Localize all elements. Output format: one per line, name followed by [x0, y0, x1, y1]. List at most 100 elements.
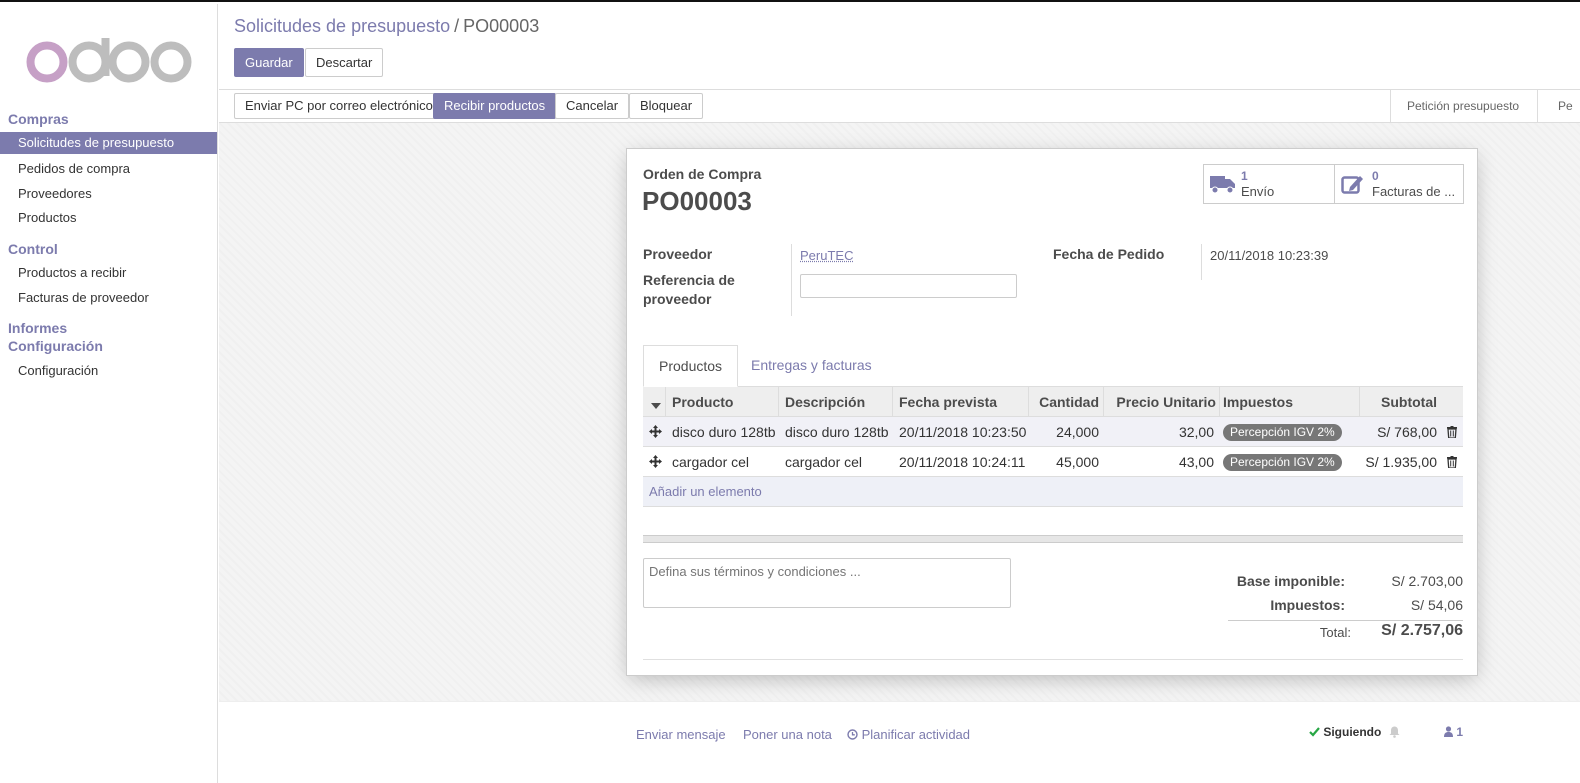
tab-productos[interactable]: Productos — [643, 345, 738, 387]
breadcrumb: Solicitudes de presupuesto / PO00003 — [234, 16, 539, 37]
statusbar: Enviar PC por correo electrónico Recibir… — [219, 90, 1580, 123]
totals-divider — [1228, 620, 1463, 621]
trash-icon[interactable] — [1447, 456, 1457, 471]
field-divider — [791, 244, 792, 316]
untaxed-label: Base imponible: — [1187, 573, 1345, 589]
smart-buttons: 1 Envío 0 Facturas de ... — [1203, 164, 1464, 204]
date-divider — [1201, 244, 1202, 280]
shipment-smart-button[interactable]: 1 Envío — [1204, 165, 1334, 203]
send-message-link[interactable]: Enviar mensaje — [636, 727, 726, 742]
breadcrumb-parent[interactable]: Solicitudes de presupuesto — [234, 16, 450, 36]
table-row[interactable]: cargador cel cargador cel 20/11/2018 10:… — [643, 447, 1463, 477]
table-row[interactable]: disco duro 128tb disco duro 128tb 20/11/… — [643, 417, 1463, 447]
user-icon — [1444, 726, 1453, 740]
caret-down-icon[interactable] — [651, 398, 661, 413]
save-button[interactable]: Guardar — [234, 48, 304, 77]
sidebar-item-productos-recibir[interactable]: Productos a recibir — [0, 262, 217, 284]
line-product[interactable]: cargador cel — [672, 447, 749, 477]
form-type-label: Orden de Compra — [643, 166, 761, 182]
taxes-value: S/ 54,06 — [1347, 597, 1463, 613]
sidebar-item-solicitudes[interactable]: Solicitudes de presupuesto — [0, 132, 217, 154]
send-po-email-button[interactable]: Enviar PC por correo electrónico — [234, 93, 444, 119]
line-date[interactable]: 20/11/2018 10:24:11 — [899, 447, 1025, 477]
table-header: Producto Descripción Fecha prevista Cant… — [643, 387, 1463, 417]
odoo-logo[interactable] — [26, 38, 192, 87]
bell-icon[interactable] — [1389, 726, 1400, 741]
line-unit-price[interactable]: 43,00 — [1104, 447, 1214, 477]
followers-count: 1 — [1456, 725, 1463, 739]
trash-icon[interactable] — [1447, 426, 1457, 441]
stage-peticion-presupuesto[interactable]: Petición presupuesto — [1391, 90, 1537, 122]
followers-button[interactable]: 1 — [1444, 725, 1463, 740]
column-cantidad[interactable]: Cantidad — [1029, 387, 1099, 417]
vendor-field[interactable]: PeruTEC — [800, 248, 853, 263]
sidebar-item-facturas-proveedor[interactable]: Facturas de proveedor — [0, 287, 217, 309]
sidebar-item-configuracion[interactable]: Configuración — [0, 360, 217, 382]
order-date-value: 20/11/2018 10:23:39 — [1210, 248, 1328, 263]
stage-next[interactable]: Pe — [1537, 90, 1580, 122]
lock-button[interactable]: Bloquear — [629, 93, 703, 119]
line-product[interactable]: disco duro 128tb — [672, 417, 776, 447]
line-unit-price[interactable]: 32,00 — [1104, 417, 1214, 447]
invoices-label: Facturas de ... — [1372, 184, 1455, 199]
schedule-activity-label: Planificar actividad — [862, 727, 970, 742]
following-button[interactable]: Siguiendo — [1309, 725, 1381, 740]
vendor-label: Proveedor — [643, 246, 712, 262]
form-title: PO00003 — [642, 186, 752, 217]
check-icon — [1309, 726, 1320, 740]
receive-products-button[interactable]: Recibir productos — [433, 93, 556, 119]
column-divider — [778, 387, 779, 417]
line-description[interactable]: disco duro 128tb — [785, 417, 889, 447]
form-sheet: Orden de Compra PO00003 1 Envío 0 Factur… — [626, 148, 1478, 676]
line-date[interactable]: 20/11/2018 10:23:50 — [899, 417, 1026, 447]
clock-icon — [847, 728, 858, 743]
shipment-count: 1 — [1241, 169, 1248, 183]
sheet-bottom-divider — [643, 659, 1463, 660]
column-divider — [1219, 387, 1220, 417]
terms-conditions-textarea[interactable] — [643, 558, 1011, 608]
breadcrumb-current: PO00003 — [463, 16, 539, 36]
sidebar-section-compras: Compras — [8, 111, 69, 127]
line-subtotal: S/ 768,00 — [1360, 417, 1437, 447]
line-subtotal: S/ 1.935,00 — [1360, 447, 1437, 477]
log-note-link[interactable]: Poner una nota — [743, 727, 832, 742]
sidebar-item-pedidos[interactable]: Pedidos de compra — [0, 158, 217, 180]
column-precio-unitario[interactable]: Precio Unitario — [1104, 387, 1216, 417]
sidebar-item-productos[interactable]: Productos — [0, 207, 217, 229]
column-subtotal[interactable]: Subtotal — [1360, 387, 1437, 417]
drag-handle-icon[interactable] — [649, 455, 662, 471]
stage-indicator: Petición presupuesto Pe — [1390, 90, 1580, 122]
add-line-link[interactable]: Añadir un elemento — [649, 477, 762, 507]
total-value: S/ 2.757,06 — [1347, 622, 1463, 640]
drag-handle-icon[interactable] — [649, 425, 662, 441]
line-description[interactable]: cargador cel — [785, 447, 862, 477]
discard-button[interactable]: Descartar — [305, 48, 383, 77]
column-fecha-prevista[interactable]: Fecha prevista — [899, 387, 997, 417]
line-quantity[interactable]: 24,000 — [1029, 417, 1099, 447]
column-impuestos[interactable]: Impuestos — [1223, 387, 1293, 417]
control-panel: Solicitudes de presupuesto / PO00003 Guard… — [219, 4, 1580, 90]
column-producto[interactable]: Producto — [672, 387, 733, 417]
invoices-smart-button[interactable]: 0 Facturas de ... — [1334, 165, 1464, 203]
untaxed-value: S/ 2.703,00 — [1347, 573, 1463, 589]
tab-entregas-facturas[interactable]: Entregas y facturas — [736, 345, 887, 387]
shipment-label: Envío — [1241, 184, 1274, 199]
sidebar-item-proveedores[interactable]: Proveedores — [0, 183, 217, 205]
sidebar: Compras Solicitudes de presupuesto Pedid… — [0, 4, 218, 783]
schedule-activity-link[interactable]: Planificar actividad — [847, 727, 970, 743]
add-line-row: Añadir un elemento — [643, 477, 1463, 507]
sidebar-section-control: Control — [8, 241, 58, 257]
cancel-button[interactable]: Cancelar — [555, 93, 629, 119]
following-label: Siguiendo — [1323, 725, 1381, 739]
vendor-reference-input[interactable] — [800, 274, 1017, 298]
vendor-ref-label-line1: Referencia de — [643, 272, 735, 288]
taxes-label: Impuestos: — [1187, 597, 1345, 613]
column-divider — [892, 387, 893, 417]
tax-badge: Percepción IGV 2% — [1223, 454, 1342, 471]
line-quantity[interactable]: 45,000 — [1029, 447, 1099, 477]
column-descripcion[interactable]: Descripción — [785, 387, 865, 417]
sidebar-section-informes[interactable]: Informes — [8, 320, 67, 336]
tax-badge: Percepción IGV 2% — [1223, 424, 1342, 441]
sidebar-section-configuracion: Configuración — [8, 338, 103, 354]
breadcrumb-separator: / — [454, 16, 459, 36]
